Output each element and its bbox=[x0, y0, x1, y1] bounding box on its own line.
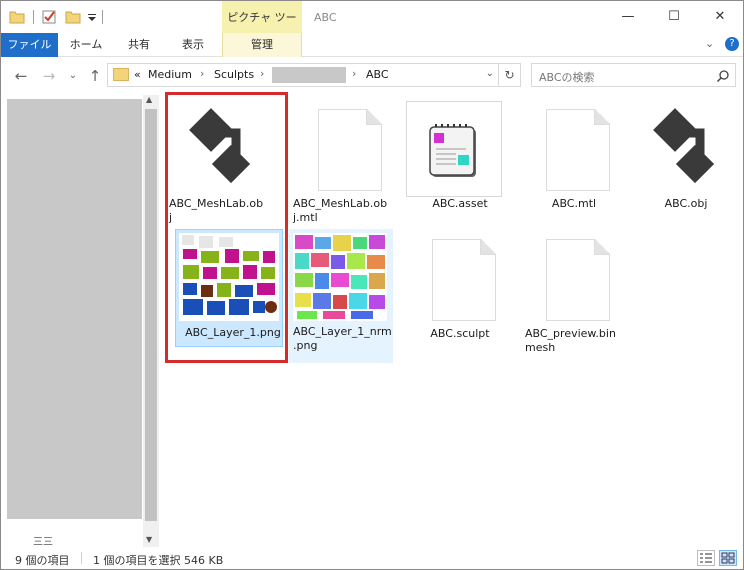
asset-icon bbox=[406, 101, 502, 197]
divider bbox=[33, 10, 34, 24]
large-icons-view-button[interactable] bbox=[719, 550, 737, 566]
navigation-pane: 三三 ▲ ▼ bbox=[1, 95, 161, 548]
breadcrumb-overflow[interactable]: « bbox=[134, 68, 141, 81]
recent-locations-icon[interactable]: ⌄ bbox=[63, 66, 83, 86]
file-item[interactable]: ABC.mtl bbox=[517, 99, 631, 229]
file-item[interactable]: ABC_Layer_1_nrm .png bbox=[289, 229, 393, 363]
navigation-bar: ← → ⌄ ↑ « Medium › Sculpts › › ABC ⌄ ↻ A… bbox=[1, 58, 743, 94]
breadcrumb-abc[interactable]: ABC bbox=[366, 68, 389, 81]
divider bbox=[102, 10, 103, 24]
document-icon bbox=[524, 233, 624, 329]
forward-arrow-icon[interactable]: → bbox=[39, 66, 59, 86]
navigation-item-partial[interactable]: 三三 bbox=[33, 533, 53, 548]
scroll-down-icon[interactable]: ▼ bbox=[146, 535, 152, 544]
breadcrumb-redacted bbox=[272, 67, 346, 83]
breadcrumb-separator[interactable]: › bbox=[352, 67, 356, 80]
breadcrumb-sculpts[interactable]: Sculpts bbox=[214, 68, 254, 81]
file-name: ABC.sculpt bbox=[430, 327, 490, 340]
navigation-pane-scrollbar[interactable]: ▲ ▼ bbox=[143, 95, 159, 547]
scroll-up-icon[interactable]: ▲ bbox=[146, 95, 152, 104]
file-name: ABC_preview.bin mesh bbox=[525, 327, 616, 354]
document-icon bbox=[410, 233, 510, 329]
properties-icon[interactable] bbox=[41, 9, 57, 25]
close-button[interactable]: ✕ bbox=[697, 3, 743, 31]
address-dropdown-icon[interactable]: ⌄ bbox=[486, 68, 494, 79]
picture-tools-tab-group: ピクチャ ツール bbox=[222, 1, 302, 58]
title-bar: ピクチャ ツール ABC — ☐ ✕ bbox=[1, 1, 743, 58]
file-item[interactable]: ABC_MeshLab.ob j.mtl bbox=[289, 99, 403, 229]
help-icon[interactable]: ? bbox=[725, 37, 739, 51]
details-view-button[interactable] bbox=[697, 550, 715, 566]
minimize-button[interactable]: — bbox=[605, 3, 651, 31]
file-item[interactable]: ABC_preview.bin mesh bbox=[517, 229, 631, 359]
tab-file[interactable]: ファイル bbox=[1, 33, 58, 57]
breadcrumb-separator[interactable]: › bbox=[260, 67, 264, 80]
file-item[interactable]: ABC.sculpt bbox=[403, 229, 517, 359]
up-arrow-icon[interactable]: ↑ bbox=[85, 66, 105, 86]
navigation-tree-redacted bbox=[7, 99, 142, 519]
folder-icon bbox=[113, 68, 129, 81]
large-icons-view-icon bbox=[721, 552, 735, 564]
customize-toolbar-icon[interactable] bbox=[86, 9, 98, 25]
explorer-window: ピクチャ ツール ABC — ☐ ✕ ファイル ホーム 共有 表示 管理 ⌄ ?… bbox=[0, 0, 744, 570]
file-name: ABC.mtl bbox=[551, 197, 597, 210]
search-box[interactable]: ABCの検索 bbox=[531, 63, 736, 87]
breadcrumb-medium[interactable]: Medium bbox=[148, 68, 192, 81]
folder-icon[interactable] bbox=[9, 9, 25, 25]
search-icon[interactable] bbox=[716, 69, 730, 83]
file-name: ABC_MeshLab.ob j.mtl bbox=[293, 197, 388, 224]
chevron-down-icon[interactable]: ⌄ bbox=[705, 37, 714, 50]
refresh-icon[interactable]: ↻ bbox=[498, 64, 520, 86]
file-name: ABC.obj bbox=[664, 197, 708, 210]
tab-share[interactable]: 共有 bbox=[114, 33, 164, 57]
status-bar: 9 個の項目 1 個の項目を選択 546 KB bbox=[1, 547, 743, 569]
maximize-button[interactable]: ☐ bbox=[651, 3, 697, 31]
divider bbox=[81, 552, 82, 564]
tab-home[interactable]: ホーム bbox=[62, 33, 110, 57]
back-arrow-icon[interactable]: ← bbox=[11, 66, 31, 86]
breadcrumb-separator[interactable]: › bbox=[200, 67, 204, 80]
scrollbar-thumb[interactable] bbox=[145, 109, 157, 521]
new-folder-icon[interactable] bbox=[65, 9, 81, 25]
file-name: ABC_Layer_1_nrm .png bbox=[293, 325, 392, 352]
tab-manage[interactable]: 管理 bbox=[222, 33, 302, 57]
highlight-annotation-box bbox=[165, 92, 288, 363]
document-icon bbox=[296, 103, 396, 199]
item-count: 9 個の項目 bbox=[15, 554, 70, 567]
tab-view[interactable]: 表示 bbox=[168, 33, 218, 57]
ribbon-tabs: ファイル ホーム 共有 表示 管理 ⌄ ? bbox=[1, 33, 743, 57]
file-item[interactable]: ABC.obj bbox=[629, 99, 743, 229]
obj-icon bbox=[648, 103, 719, 188]
address-bar[interactable]: « Medium › Sculpts › › ABC ⌄ ↻ bbox=[107, 63, 521, 87]
window-title: ABC bbox=[314, 11, 337, 24]
file-name: ABC.asset bbox=[432, 197, 488, 210]
file-item[interactable]: ABC.asset bbox=[403, 99, 517, 229]
search-input[interactable]: ABCの検索 bbox=[539, 69, 595, 85]
selection-info: 1 個の項目を選択 546 KB bbox=[93, 554, 224, 567]
normal-map-thumbnail bbox=[293, 233, 387, 321]
document-icon bbox=[524, 103, 624, 199]
details-view-icon bbox=[700, 553, 712, 563]
